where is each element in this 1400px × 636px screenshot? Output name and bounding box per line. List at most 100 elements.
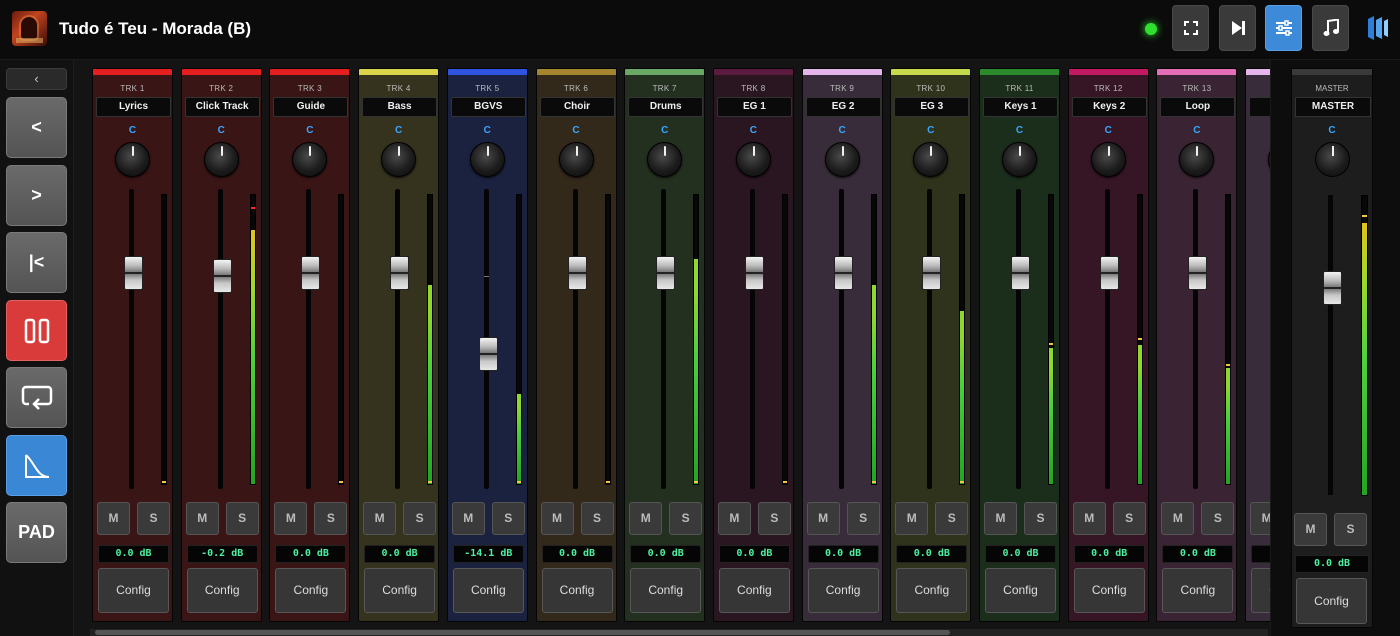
channel-fader-track[interactable] <box>1104 189 1110 489</box>
master-solo-button[interactable]: S <box>1334 513 1367 546</box>
channel-pan-knob[interactable] <box>1090 142 1126 177</box>
channel-config-button[interactable]: Config <box>1251 568 1270 613</box>
channel-config-button[interactable]: Config <box>541 568 613 613</box>
channel-fader-cap[interactable] <box>656 256 676 290</box>
channel-config-button[interactable]: Config <box>186 568 258 613</box>
channel-solo-button[interactable]: S <box>1112 502 1146 535</box>
channel-config-button[interactable]: Config <box>98 568 169 613</box>
channel-fader-track[interactable] <box>661 189 667 489</box>
master-mute-button[interactable]: M <box>1294 513 1327 546</box>
master-fader-cap[interactable] <box>1323 271 1342 305</box>
master-pan-knob[interactable] <box>1315 142 1350 177</box>
channel-solo-button[interactable]: S <box>669 502 703 535</box>
channel-fader-cap[interactable] <box>1188 256 1208 290</box>
skip-next-button[interactable] <box>1219 5 1256 51</box>
channel-pan-knob[interactable] <box>1179 142 1215 177</box>
channel-fader-track[interactable] <box>306 189 312 489</box>
channel-config-button[interactable]: Config <box>985 568 1056 613</box>
channel-fader-track[interactable] <box>838 189 844 489</box>
channel-mute-button[interactable]: M <box>97 502 130 535</box>
sidebar-collapse-button[interactable]: ‹ <box>6 68 67 90</box>
channel-mute-button[interactable]: M <box>806 502 840 535</box>
channel-fader-track[interactable] <box>129 189 134 489</box>
channel-mute-button[interactable]: M <box>895 502 929 535</box>
channel-mute-button[interactable]: M <box>1072 502 1106 535</box>
channel-mute-button[interactable]: M <box>274 502 308 535</box>
channel-config-button[interactable]: Config <box>275 568 347 613</box>
channel-mute-button[interactable]: M <box>540 502 574 535</box>
channel-fader-cap[interactable] <box>833 256 853 290</box>
channel-mute-button[interactable]: M <box>984 502 1017 535</box>
channel-solo-button[interactable]: S <box>846 502 880 535</box>
channel-fader-cap[interactable] <box>212 259 232 293</box>
channel-pan-knob[interactable] <box>735 142 771 177</box>
channel-pan-knob[interactable] <box>381 142 417 177</box>
restart-button[interactable]: |< <box>6 232 67 293</box>
channel-mute-button[interactable]: M <box>1250 502 1270 535</box>
channel-mute-button[interactable]: M <box>629 502 663 535</box>
channel-fader-track[interactable] <box>1193 189 1199 489</box>
music-button[interactable] <box>1312 5 1349 51</box>
channel-mute-button[interactable]: M <box>451 502 485 535</box>
scrollbar-thumb[interactable] <box>95 630 950 635</box>
channel-pan-label: C <box>128 125 137 136</box>
channel-pan-knob[interactable] <box>115 142 150 177</box>
channel-solo-button[interactable]: S <box>935 502 969 535</box>
channel-fader-cap[interactable] <box>1011 256 1030 290</box>
channel-config-button[interactable]: Config <box>452 568 524 613</box>
channel-fader-cap[interactable] <box>567 256 587 290</box>
pad-button[interactable]: PAD <box>6 502 67 563</box>
channel-pan-knob[interactable] <box>203 142 239 177</box>
channel-solo-button[interactable]: S <box>225 502 259 535</box>
channel-pan-knob[interactable] <box>292 142 328 177</box>
channel-mute-button[interactable]: M <box>363 502 397 535</box>
channel-pan-knob[interactable] <box>469 142 505 177</box>
channel-pan-knob[interactable] <box>913 142 949 177</box>
channel-config-button[interactable]: Config <box>1162 568 1234 613</box>
channel-solo-button[interactable]: S <box>403 502 437 535</box>
channel-config-button[interactable]: Config <box>718 568 790 613</box>
channel-fader-track[interactable] <box>1016 189 1021 489</box>
channel-solo-button[interactable]: S <box>137 502 170 535</box>
channel-fader-track[interactable] <box>572 189 578 489</box>
channel-solo-button[interactable]: S <box>757 502 791 535</box>
channel-fader-cap[interactable] <box>478 337 498 371</box>
pause-button[interactable] <box>6 300 67 361</box>
fade-button[interactable] <box>6 435 67 496</box>
mixer-horizontal-scrollbar[interactable] <box>90 629 1268 636</box>
channel-fader-cap[interactable] <box>124 256 143 290</box>
channel-fader-track[interactable] <box>749 189 755 489</box>
channel-config-button[interactable]: Config <box>807 568 879 613</box>
channel-fader-cap[interactable] <box>301 256 321 290</box>
channel-fader-cap[interactable] <box>390 256 410 290</box>
channel-solo-button[interactable]: S <box>580 502 614 535</box>
channel-fader-track[interactable] <box>395 189 401 489</box>
channel-pan-knob[interactable] <box>1002 142 1037 177</box>
channel-config-button[interactable]: Config <box>364 568 436 613</box>
channel-solo-button[interactable]: S <box>314 502 348 535</box>
channel-fader-track[interactable] <box>927 189 933 489</box>
channel-pan-knob[interactable] <box>647 142 683 177</box>
prev-button[interactable]: < <box>6 97 67 158</box>
channel-pan-knob[interactable] <box>824 142 860 177</box>
channel-config-button[interactable]: Config <box>630 568 702 613</box>
channel-solo-button[interactable]: S <box>1024 502 1057 535</box>
channel-fader-cap[interactable] <box>744 256 764 290</box>
channel-mute-button[interactable]: M <box>1161 502 1195 535</box>
channel-pan-knob[interactable] <box>558 142 594 177</box>
master-fader-track[interactable] <box>1328 195 1333 495</box>
channel-mute-button[interactable]: M <box>717 502 751 535</box>
channel-config-button[interactable]: Config <box>896 568 968 613</box>
fullscreen-button[interactable] <box>1172 5 1209 51</box>
channel-fader-track[interactable] <box>217 189 223 489</box>
loop-button[interactable] <box>6 367 67 428</box>
channel-solo-button[interactable]: S <box>491 502 525 535</box>
channel-fader-cap[interactable] <box>922 256 942 290</box>
channel-fader-cap[interactable] <box>1099 256 1119 290</box>
channel-solo-button[interactable]: S <box>1201 502 1235 535</box>
channel-config-button[interactable]: Config <box>1073 568 1145 613</box>
channel-mute-button[interactable]: M <box>185 502 219 535</box>
next-button[interactable]: > <box>6 165 67 226</box>
mixer-button[interactable] <box>1265 5 1302 51</box>
master-config-button[interactable]: Config <box>1296 578 1367 624</box>
